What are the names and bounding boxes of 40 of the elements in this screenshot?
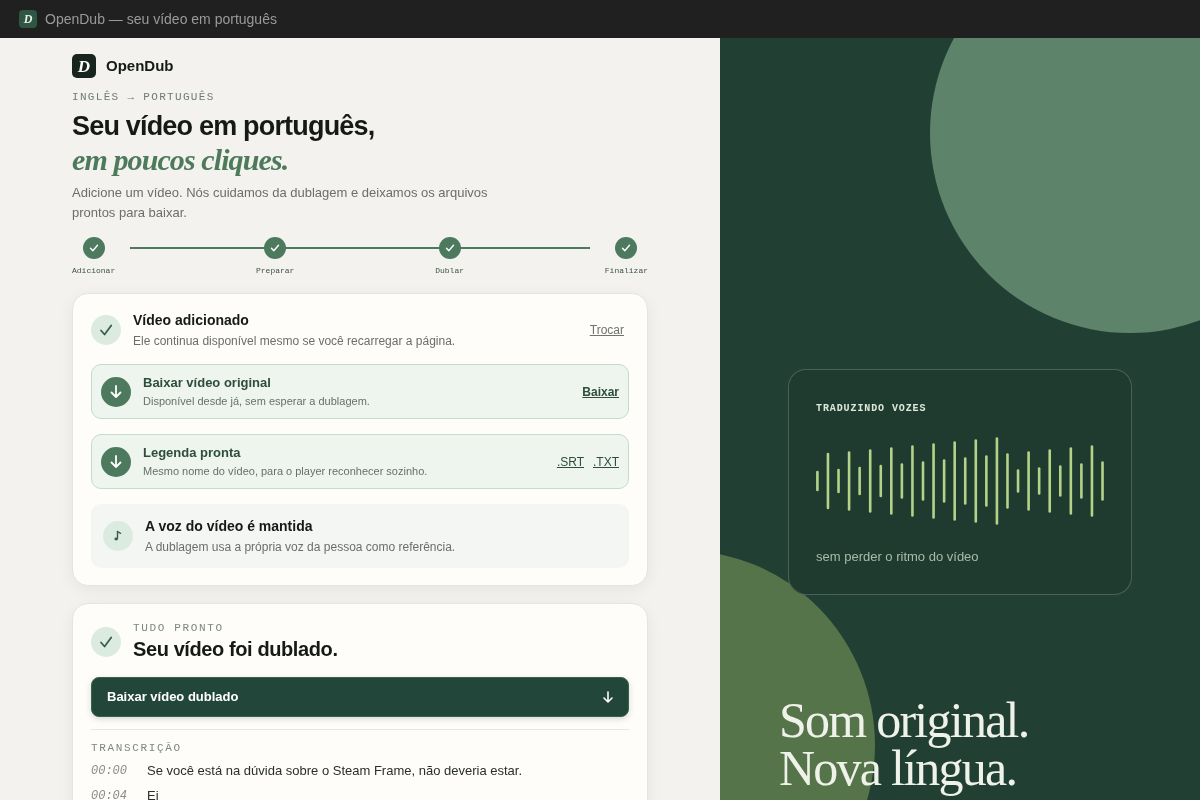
app-logo: D: [72, 54, 96, 78]
arrow-down-icon: [603, 691, 613, 703]
hero-description: Adicione um vídeo. Nós cuidamos da dublagem e deixamos os arquivos prontos para baixar.: [72, 184, 489, 222]
row-subtitle: Disponível desde já, sem esperar a dublagem.: [143, 394, 371, 409]
transcript-text: Ei: [147, 787, 159, 800]
music-note-icon: [103, 521, 133, 551]
card-subtitle: Ele continua disponível mesmo se você recarregar a página.: [133, 333, 457, 350]
section-heading: TRANSCRIÇÃO: [91, 741, 182, 755]
row-subtitle: A dublagem usa a própria voz da pessoa como referência.: [145, 539, 457, 556]
card-eyebrow: TRADUZINDO VOZES: [816, 402, 927, 416]
step-label: Dublar: [435, 266, 464, 276]
download-link[interactable]: .TXT: [593, 453, 619, 470]
row-title: A voz do vídeo é mantida: [145, 517, 314, 536]
app-logo: D: [19, 10, 37, 28]
row-subtitle: Mesmo nome do vídeo, para o player reconhecer sozinho.: [143, 464, 429, 479]
card-title: Seu vídeo foi dublado.: [133, 637, 339, 662]
hero-title: Seu vídeo em português,: [72, 110, 375, 143]
download-link[interactable]: Baixar: [582, 383, 619, 400]
download-icon: [101, 376, 131, 407]
step-label: Adicionar: [72, 266, 116, 276]
download-icon: [101, 446, 131, 477]
eyebrow-label: INGLÊS → PORTUGUÊS: [72, 90, 215, 104]
step-label: Preparar: [256, 266, 295, 276]
download-link[interactable]: .SRT: [556, 453, 584, 470]
download-dubbed-button[interactable]: Baixar vídeo dublado: [91, 677, 629, 717]
row-title: Legenda pronta: [143, 444, 242, 462]
replace-link[interactable]: Trocar: [589, 322, 624, 338]
row-title: Baixar vídeo original: [143, 374, 272, 392]
brand-name: OpenDub: [106, 56, 174, 76]
card-caption: sem perder o ritmo do vídeo: [816, 548, 979, 566]
timestamp: 00:00: [91, 763, 128, 780]
hero-title-accent: em poucos cliques.: [72, 143, 289, 176]
timestamp: 00:04: [91, 788, 128, 800]
step-label: Finalizar: [604, 266, 648, 276]
card-eyebrow: TUDO PRONTO: [133, 621, 225, 635]
window-title: OpenDub — seu vídeo em português: [45, 10, 277, 28]
card-title: Vídeo adicionado: [133, 311, 250, 330]
check-icon: [91, 627, 121, 657]
transcript-text: Se você está na dúvida sobre o Steam Frame, não deveria estar.: [147, 762, 523, 780]
check-icon: [91, 315, 121, 345]
